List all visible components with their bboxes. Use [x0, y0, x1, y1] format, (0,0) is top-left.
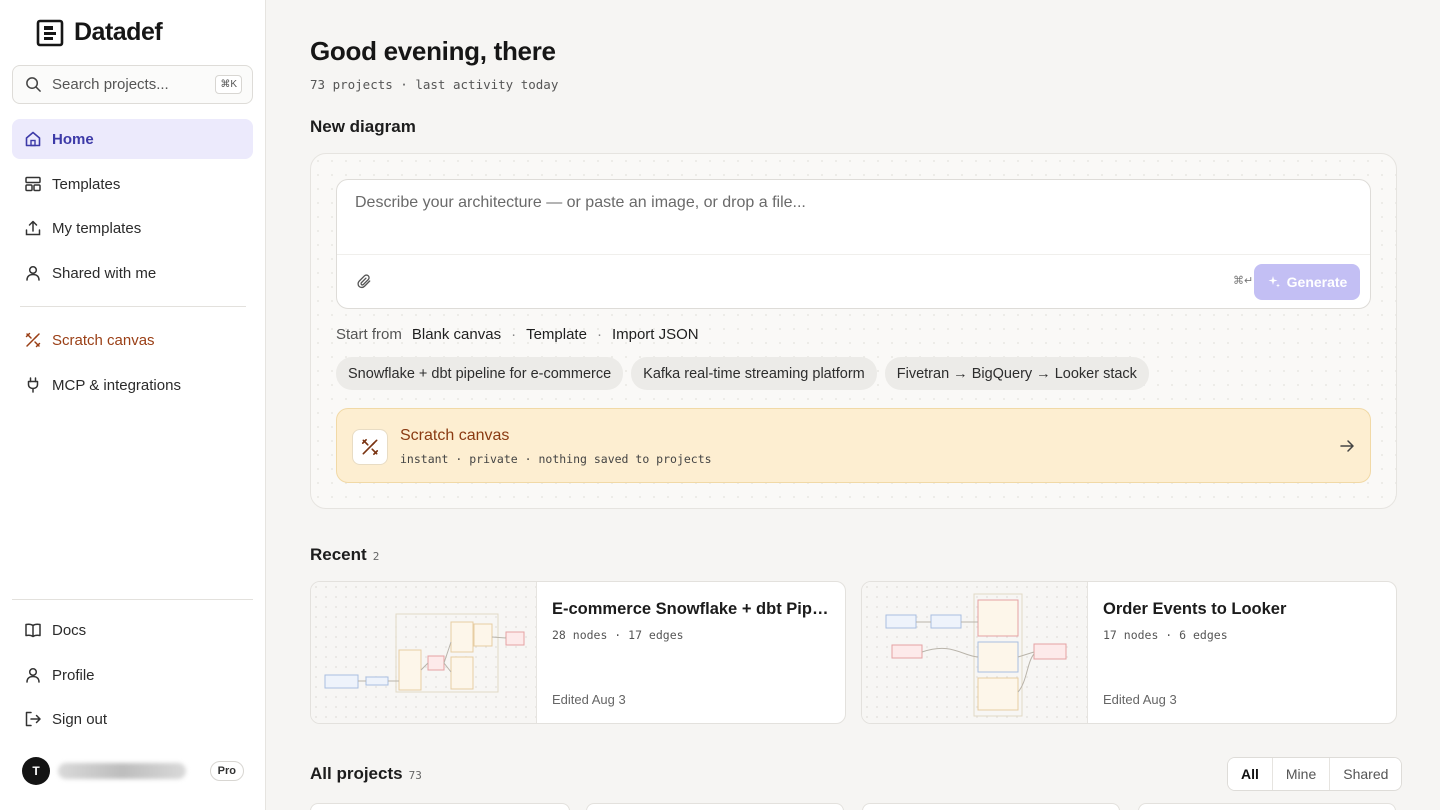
recent-heading: Recent 2: [310, 545, 379, 565]
scratch-canvas-title: Scratch canvas: [400, 427, 510, 444]
datadef-logo-icon: [36, 19, 64, 46]
recent-title: Recent: [310, 545, 367, 564]
project-card-peek[interactable]: [862, 803, 1120, 810]
separator-dot: ·: [511, 326, 517, 343]
start-template-link[interactable]: Template: [526, 326, 587, 343]
start-blank-canvas-link[interactable]: Blank canvas: [412, 326, 501, 343]
templates-icon: [25, 176, 41, 192]
project-meta: 28 nodes · 17 edges: [552, 628, 684, 642]
all-projects-title: All projects: [310, 764, 403, 783]
sidebar-bottom-divider: [12, 599, 253, 600]
filter-shared-button[interactable]: Shared: [1329, 758, 1402, 790]
search-shortcut-badge: ⌘K: [215, 75, 242, 94]
separator-dot: ·: [596, 326, 602, 343]
scratch-canvas-card[interactable]: Scratch canvas instant · private · nothi…: [336, 408, 1371, 483]
suggestion-chip[interactable]: Kafka real-time streaming platform: [631, 357, 877, 390]
user-menu[interactable]: T Pro: [22, 756, 244, 786]
start-from-row: Start from Blank canvas · Template · Imp…: [336, 326, 699, 343]
plug-icon: [27, 377, 39, 393]
upload-icon: [25, 220, 41, 236]
start-from-label: Start from: [336, 326, 402, 343]
nav-item-label: MCP & integrations: [52, 376, 181, 394]
nav-item-label: Scratch canvas: [52, 331, 155, 349]
scratch-canvas-icon: [25, 332, 41, 348]
diagram-thumbnail: [311, 582, 537, 723]
new-diagram-heading: New diagram: [310, 117, 416, 136]
project-edited: Edited Aug 3: [1103, 692, 1177, 707]
recent-project-card[interactable]: E-commerce Snowflake + dbt Pipeline 28 n…: [310, 581, 846, 724]
paperclip-icon: [356, 273, 370, 288]
diagram-thumbnail: [862, 582, 1088, 723]
arrow-right-icon: [1340, 440, 1354, 452]
prompt-box: ⌘↵ Generate: [336, 179, 1371, 309]
suggestion-chip[interactable]: Snowflake + dbt pipeline for e-commerce: [336, 357, 624, 390]
search-box[interactable]: ⌘K: [12, 65, 253, 104]
nav-item-home[interactable]: Home: [12, 119, 253, 159]
nav-item-scratch-canvas[interactable]: Scratch canvas: [12, 320, 253, 360]
main-content: Good evening, there 73 projects · last a…: [266, 0, 1440, 810]
scratch-canvas-subtitle: instant · private · nothing saved to pro…: [400, 452, 712, 466]
project-edited: Edited Aug 3: [552, 692, 626, 707]
nav-item-label: Home: [52, 130, 94, 148]
new-diagram-panel: ⌘↵ Generate Start from Blank canvas · Te…: [310, 153, 1397, 509]
recent-project-card[interactable]: Order Events to Looker 17 nodes · 6 edge…: [861, 581, 1397, 724]
project-meta: 17 nodes · 6 edges: [1103, 628, 1228, 642]
search-input[interactable]: [52, 76, 216, 93]
all-projects-heading: All projects 73: [310, 764, 422, 784]
project-card-peek[interactable]: [310, 803, 570, 810]
avatar: T: [22, 757, 50, 785]
project-card-peek[interactable]: [1138, 803, 1396, 810]
brand-name: Datadef: [74, 18, 163, 46]
project-title: E-commerce Snowflake + dbt Pipeline: [552, 600, 834, 618]
scratch-canvas-icon-box: [352, 429, 388, 465]
search-icon: [26, 77, 41, 92]
filter-all-button[interactable]: All: [1228, 758, 1272, 790]
brand[interactable]: Datadef: [36, 18, 163, 47]
start-import-json-link[interactable]: Import JSON: [612, 326, 699, 343]
nav-item-label: Docs: [52, 621, 87, 639]
nav-item-sign-out[interactable]: Sign out: [12, 699, 253, 739]
nav-item-label: Templates: [52, 175, 121, 193]
nav-item-label: Shared with me: [52, 264, 157, 282]
nav-item-label: Profile: [52, 666, 95, 684]
project-card-peek[interactable]: [586, 803, 844, 810]
project-filter: All Mine Shared: [1227, 757, 1403, 791]
nav-item-my-templates[interactable]: My templates: [12, 208, 253, 248]
user-icon: [26, 265, 40, 281]
nav-item-templates[interactable]: Templates: [12, 164, 253, 204]
all-projects-count: 73: [408, 769, 422, 782]
book-icon: [25, 623, 41, 638]
diagram-preview: [885, 593, 1067, 717]
nav-item-label: Sign out: [52, 710, 108, 728]
attach-button[interactable]: [353, 270, 375, 292]
suggestion-chip[interactable]: Fivetran → BigQuery → Looker stack: [884, 357, 1149, 390]
sidebar-divider: [20, 306, 246, 307]
suggestion-chips: Snowflake + dbt pipeline for e-commerce …: [336, 357, 1149, 390]
home-icon: [25, 131, 41, 147]
plan-badge: Pro: [209, 761, 244, 781]
user-name-redacted: [58, 763, 186, 779]
diagram-preview: [324, 613, 525, 693]
nav-item-docs[interactable]: Docs: [12, 610, 253, 650]
generate-label: Generate: [1286, 274, 1348, 290]
page-title: Good evening, there: [310, 36, 556, 66]
recent-count: 2: [372, 550, 380, 563]
nav-item-mcp-integrations[interactable]: MCP & integrations: [12, 365, 253, 405]
page-subtitle: 73 projects · last activity today: [310, 77, 559, 92]
generate-button[interactable]: Generate: [1254, 264, 1360, 300]
prompt-input[interactable]: [355, 194, 1345, 254]
nav-item-label: My templates: [52, 219, 142, 237]
project-title: Order Events to Looker: [1103, 600, 1287, 618]
sparkle-icon: [1268, 276, 1280, 288]
sidebar: Datadef ⌘K Home Templates My templates S…: [0, 0, 266, 810]
scratch-canvas-icon: [361, 438, 379, 456]
nav-item-shared-with-me[interactable]: Shared with me: [12, 253, 253, 293]
profile-icon: [26, 667, 40, 683]
nav-item-profile[interactable]: Profile: [12, 655, 253, 695]
enter-shortcut-hint: ⌘↵: [1233, 275, 1254, 287]
prompt-divider: [337, 254, 1370, 255]
sign-out-icon: [25, 711, 41, 727]
filter-mine-button[interactable]: Mine: [1271, 758, 1330, 790]
